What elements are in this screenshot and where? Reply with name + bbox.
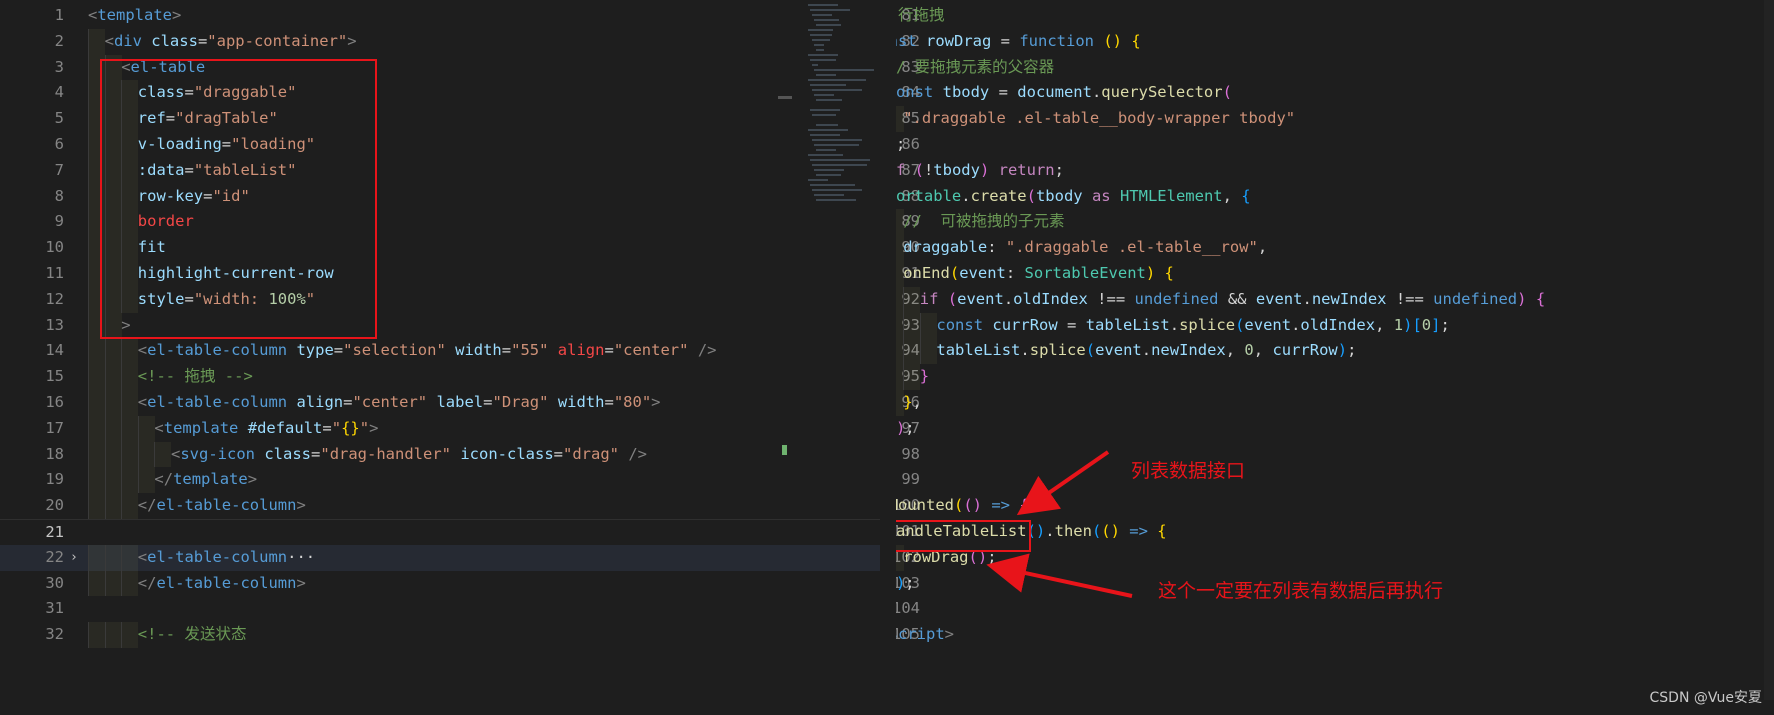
note-annotation-label: 这个一定要在列表有数据后再执行: [1158, 580, 1444, 602]
watermark: CSDN @Vue安夏: [1649, 690, 1762, 706]
api-annotation-label: 列表数据接口: [1131, 460, 1246, 482]
arrow-to-rowdrag: [986, 553, 1133, 598]
arrow-to-onmounted: [1016, 450, 1110, 516]
annotation-arrows: [986, 450, 1133, 598]
